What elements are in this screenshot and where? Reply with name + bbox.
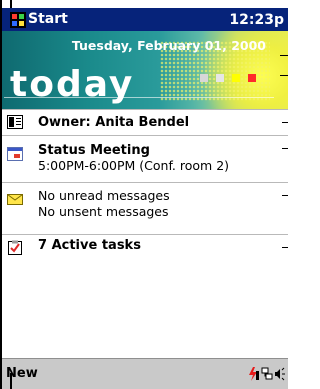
- task-checkbox-icon: [8, 240, 22, 255]
- status-square-1: [200, 74, 208, 82]
- today-title: today: [10, 64, 135, 105]
- power-icon[interactable]: [249, 367, 259, 381]
- unread-messages: No unread messages: [38, 188, 170, 203]
- today-date: Tuesday, February 01, 2000: [71, 38, 266, 53]
- clock[interactable]: 12:23p: [229, 11, 284, 29]
- today-screen: Start 12:23p Tuesday, February 01, 2000 …: [0, 0, 288, 389]
- status-square-3: [232, 74, 240, 82]
- active-tasks: 7 Active tasks: [38, 238, 141, 253]
- bottom-marker: [10, 373, 12, 389]
- network-icon[interactable]: [261, 367, 273, 380]
- status-square-4: [248, 74, 256, 82]
- today-banner[interactable]: Tuesday, February 01, 2000 today: [2, 31, 288, 109]
- windows-flag-icon[interactable]: [10, 12, 26, 28]
- row-tick: [282, 148, 288, 149]
- appointment-title: Status Meeting: [38, 143, 150, 158]
- owner-item[interactable]: Owner: Anita Bendel: [2, 109, 288, 136]
- row-tick: [282, 122, 288, 123]
- speaker-icon[interactable]: [275, 367, 285, 381]
- messages-item[interactable]: No unread messages No unsent messages: [2, 182, 288, 235]
- unsent-messages: No unsent messages: [38, 204, 169, 219]
- owner-card-icon: [7, 115, 23, 129]
- row-tick: [282, 195, 288, 196]
- owner-name: Owner: Anita Bendel: [38, 115, 190, 130]
- title-bar: Start 12:23p: [2, 8, 288, 31]
- status-square-2: [216, 74, 224, 82]
- row-tick: [282, 247, 288, 248]
- appointment-time: 5:00PM-6:00PM (Conf. room 2): [38, 158, 230, 173]
- envelope-icon: [7, 194, 23, 205]
- start-menu-button[interactable]: Start: [28, 10, 68, 28]
- system-tray: [249, 367, 285, 381]
- banner-tick-1: [280, 55, 288, 56]
- calendar-icon: [7, 147, 23, 161]
- command-bar: New: [2, 358, 288, 389]
- tasks-item[interactable]: 7 Active tasks: [2, 234, 288, 359]
- banner-tick-2: [280, 75, 288, 76]
- calendar-item[interactable]: Status Meeting 5:00PM-6:00PM (Conf. room…: [2, 135, 288, 183]
